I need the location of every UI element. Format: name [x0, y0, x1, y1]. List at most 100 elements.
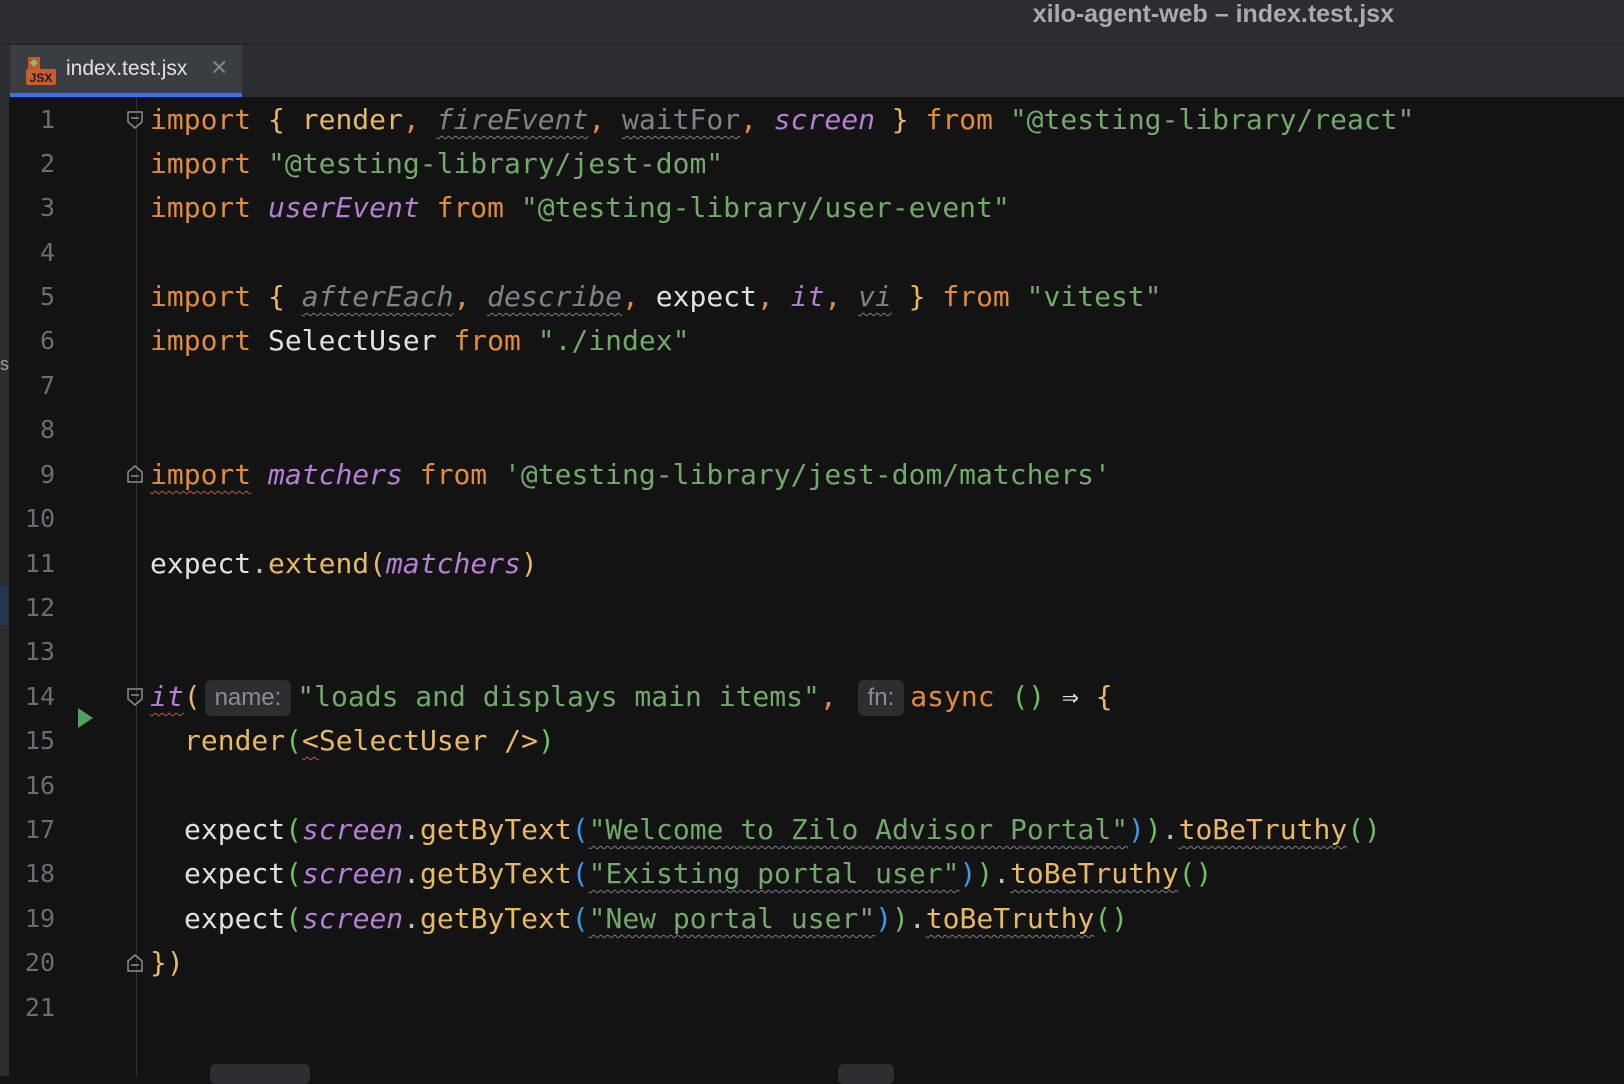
editor-tab-bar: JSX index.test.jsx ✕: [0, 45, 1624, 98]
token: screen: [773, 103, 875, 136]
code-line-2: import "@testing-library/jest-dom": [150, 141, 723, 187]
token: .: [403, 813, 421, 846]
code-line-20: }): [150, 940, 184, 986]
line-number: 21: [24, 993, 55, 1022]
token: ): [976, 857, 994, 890]
token: .: [1161, 813, 1179, 846]
token: .: [251, 547, 269, 580]
fold-end-icon[interactable]: [127, 465, 143, 483]
token: toBeTruthy: [1178, 813, 1348, 846]
token: (): [1011, 680, 1046, 713]
parameter-hint: name:: [204, 680, 292, 716]
token: render: [301, 103, 403, 136]
code-line-17: expect(screen.getByText("Welcome to Zilo…: [184, 807, 1381, 853]
token: />: [487, 724, 539, 757]
token: import: [150, 280, 252, 313]
token: ): [892, 902, 909, 935]
fold-end-icon[interactable]: [127, 954, 143, 972]
token: (: [571, 857, 589, 890]
title-bar: xilo-agent-web – index.test.jsx: [0, 0, 1624, 45]
code-line-15: render(<SelectUser />): [184, 718, 555, 764]
token: screen: [302, 902, 404, 935]
token: .: [403, 902, 421, 935]
line-number: 15: [24, 726, 55, 755]
token: screen: [302, 857, 404, 890]
code-line-19: expect(screen.getByText("New portal user…: [184, 896, 1128, 942]
token: "@testing-library/user-event": [520, 191, 1010, 224]
token: waitFor: [622, 103, 741, 136]
token: it: [150, 680, 184, 713]
token: userEvent: [268, 191, 420, 224]
token: .: [908, 902, 926, 935]
token: ,: [824, 280, 842, 313]
token: (): [1347, 813, 1381, 846]
token: ,: [819, 680, 837, 713]
token: getByText: [420, 813, 572, 846]
token: "vitest": [1026, 280, 1162, 313]
token: describe: [487, 280, 623, 313]
token: "./index": [537, 324, 690, 357]
token: (: [285, 724, 303, 757]
token: "@testing-library/react": [1009, 103, 1415, 136]
token: .: [993, 857, 1011, 890]
line-number: 16: [24, 771, 55, 800]
token: from: [453, 324, 521, 357]
line-number: 18: [24, 859, 55, 888]
token: ,: [402, 103, 420, 136]
token: }: [908, 280, 926, 313]
line-number: 4: [39, 238, 55, 267]
tab-index-test-jsx[interactable]: JSX index.test.jsx ✕: [10, 45, 242, 97]
fold-collapse-icon[interactable]: [127, 688, 143, 706]
jsx-file-icon-label: JSX: [30, 71, 53, 85]
line-number: 11: [24, 549, 55, 578]
line-number: 3: [39, 193, 55, 222]
code-line-9: import matchers from '@testing-library/j…: [150, 452, 1111, 498]
token: expect: [655, 280, 757, 313]
token: getByText: [420, 857, 572, 890]
token: (): [1178, 857, 1213, 890]
token: async: [910, 680, 995, 713]
token: import: [150, 458, 252, 491]
token: "Welcome to Zilo Advisor Portal": [588, 813, 1129, 846]
token: import: [150, 324, 252, 357]
token: expect: [184, 857, 286, 890]
run-test-icon[interactable]: [78, 708, 93, 728]
line-number: 20: [24, 948, 55, 977]
token: ): [1144, 813, 1162, 846]
token: (: [571, 813, 589, 846]
code-line-5: import { afterEach, describe, expect, it…: [150, 274, 1162, 320]
token: matchers: [386, 547, 521, 580]
token: (: [571, 902, 589, 935]
close-icon[interactable]: ✕: [210, 45, 228, 93]
tab-label: index.test.jsx: [66, 57, 188, 80]
token: ,: [622, 280, 639, 313]
token: {: [1095, 680, 1113, 713]
code-line-14: it(name: "loads and displays main items",…: [150, 674, 1113, 720]
token: screen: [302, 813, 404, 846]
token: from: [925, 103, 993, 136]
token: render: [184, 724, 286, 757]
token: from: [419, 458, 488, 491]
token: from: [436, 191, 505, 224]
token: <: [302, 724, 319, 757]
token: SelectUser: [318, 724, 488, 757]
token: toBeTruthy: [1010, 857, 1179, 890]
token: ): [520, 547, 538, 580]
line-number: 8: [39, 415, 55, 444]
line-number: 19: [24, 904, 55, 933]
left-tool-strip: s: [0, 45, 9, 1076]
code-line-1: import { render, fireEvent, waitFor, scr…: [150, 97, 1414, 143]
line-number: 5: [39, 282, 55, 311]
line-number: 2: [39, 149, 55, 178]
token: it: [790, 280, 825, 313]
token: (: [369, 547, 387, 580]
token: expect: [184, 902, 286, 935]
token: afterEach: [301, 280, 454, 313]
fold-collapse-icon[interactable]: [127, 111, 143, 129]
token: {: [268, 280, 285, 313]
code-line-6: import SelectUser from "./index": [150, 318, 689, 364]
parameter-hint: [838, 1064, 894, 1084]
token: import: [150, 147, 252, 180]
jsx-file-icon: JSX: [26, 57, 56, 85]
line-number: 6: [39, 326, 55, 355]
